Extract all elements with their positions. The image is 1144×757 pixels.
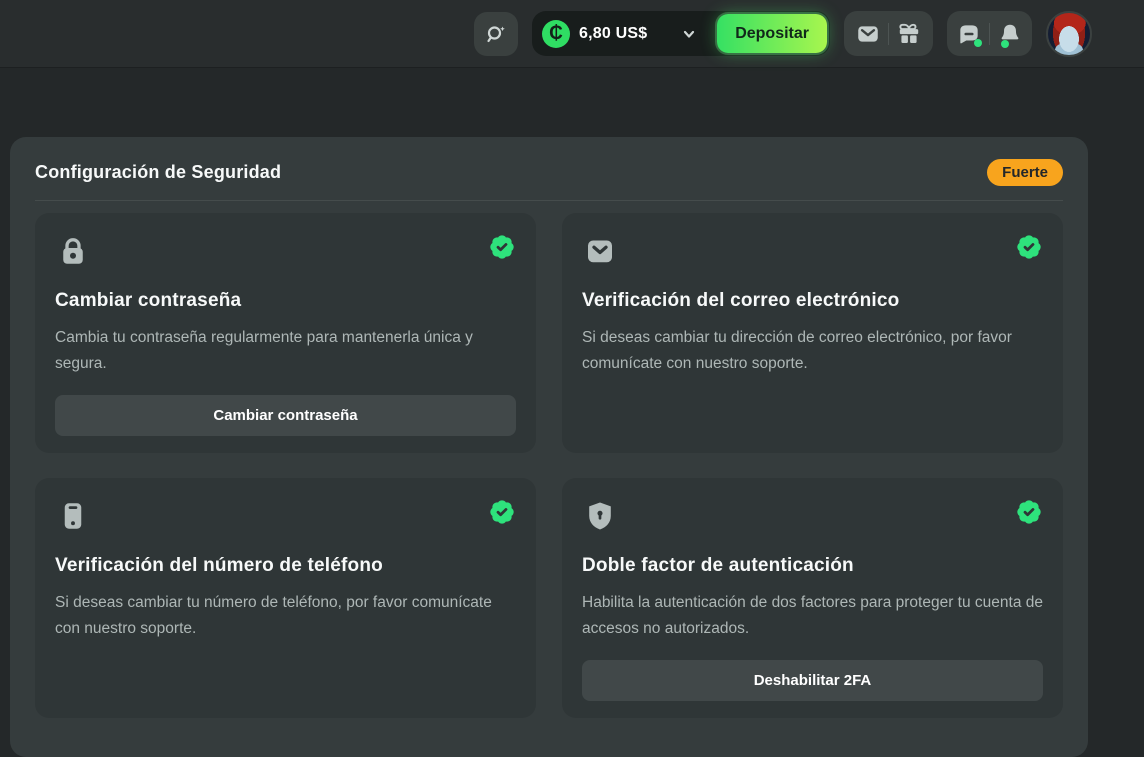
divider xyxy=(35,200,1063,201)
mail-gift-group xyxy=(844,11,933,56)
shield-icon xyxy=(582,498,618,534)
card-two-factor: Doble factor de autenticación Habilita l… xyxy=(562,478,1063,718)
gift-icon xyxy=(896,21,922,47)
card-title: Verificación del correo electrónico xyxy=(582,290,1043,312)
search-icon xyxy=(484,22,508,46)
lock-icon xyxy=(55,233,91,269)
top-bar: ₵ 6,80 US$ Depositar xyxy=(0,0,1144,68)
card-change-password: Cambiar contraseña Cambia tu contraseña … xyxy=(35,213,536,453)
envelope-icon xyxy=(582,233,618,269)
chat-button[interactable] xyxy=(949,11,989,56)
search-button[interactable] xyxy=(474,12,518,56)
verified-check-badge xyxy=(1015,233,1043,266)
page-title: Configuración de Seguridad xyxy=(35,162,281,183)
green-coin-icon: ₵ xyxy=(542,20,570,48)
verified-check-badge xyxy=(488,498,516,531)
user-avatar[interactable] xyxy=(1046,11,1092,57)
chat-bell-group xyxy=(947,11,1032,56)
chevron-down-icon xyxy=(682,27,696,41)
card-phone-verification: Verificación del número de teléfono Si d… xyxy=(35,478,536,718)
change-password-button[interactable]: Cambiar contraseña xyxy=(55,395,516,436)
disable-2fa-button[interactable]: Deshabilitar 2FA xyxy=(582,660,1043,701)
mail-icon xyxy=(855,21,881,47)
verified-check-badge xyxy=(488,233,516,266)
phone-icon xyxy=(55,498,91,534)
card-email-verification: Verificación del correo electrónico Si d… xyxy=(562,213,1063,453)
card-description: Si deseas cambiar tu número de teléfono,… xyxy=(55,590,516,642)
wallet-selector[interactable]: ₵ 6,80 US$ Depositar xyxy=(532,11,830,56)
card-title: Verificación del número de teléfono xyxy=(55,555,516,577)
deposit-button[interactable]: Depositar xyxy=(717,14,827,53)
chat-notification-dot xyxy=(974,39,982,47)
wallet-balance: 6,80 US$ xyxy=(579,25,647,43)
bell-notification-dot xyxy=(1001,40,1009,48)
card-description: Cambia tu contraseña regularmente para m… xyxy=(55,325,516,377)
card-title: Cambiar contraseña xyxy=(55,290,516,312)
security-cards-grid: Cambiar contraseña Cambia tu contraseña … xyxy=(35,213,1063,718)
gift-button[interactable] xyxy=(889,11,929,56)
card-description: Habilita la autenticación de dos factore… xyxy=(582,590,1043,642)
card-description: Si deseas cambiar tu dirección de correo… xyxy=(582,325,1043,377)
password-strength-badge: Fuerte xyxy=(987,159,1063,186)
notifications-button[interactable] xyxy=(990,11,1030,56)
mail-button[interactable] xyxy=(848,11,888,56)
verified-check-badge xyxy=(1015,498,1043,531)
security-settings-panel: Configuración de Seguridad Fuerte xyxy=(10,137,1088,757)
card-title: Doble factor de autenticación xyxy=(582,555,1043,577)
